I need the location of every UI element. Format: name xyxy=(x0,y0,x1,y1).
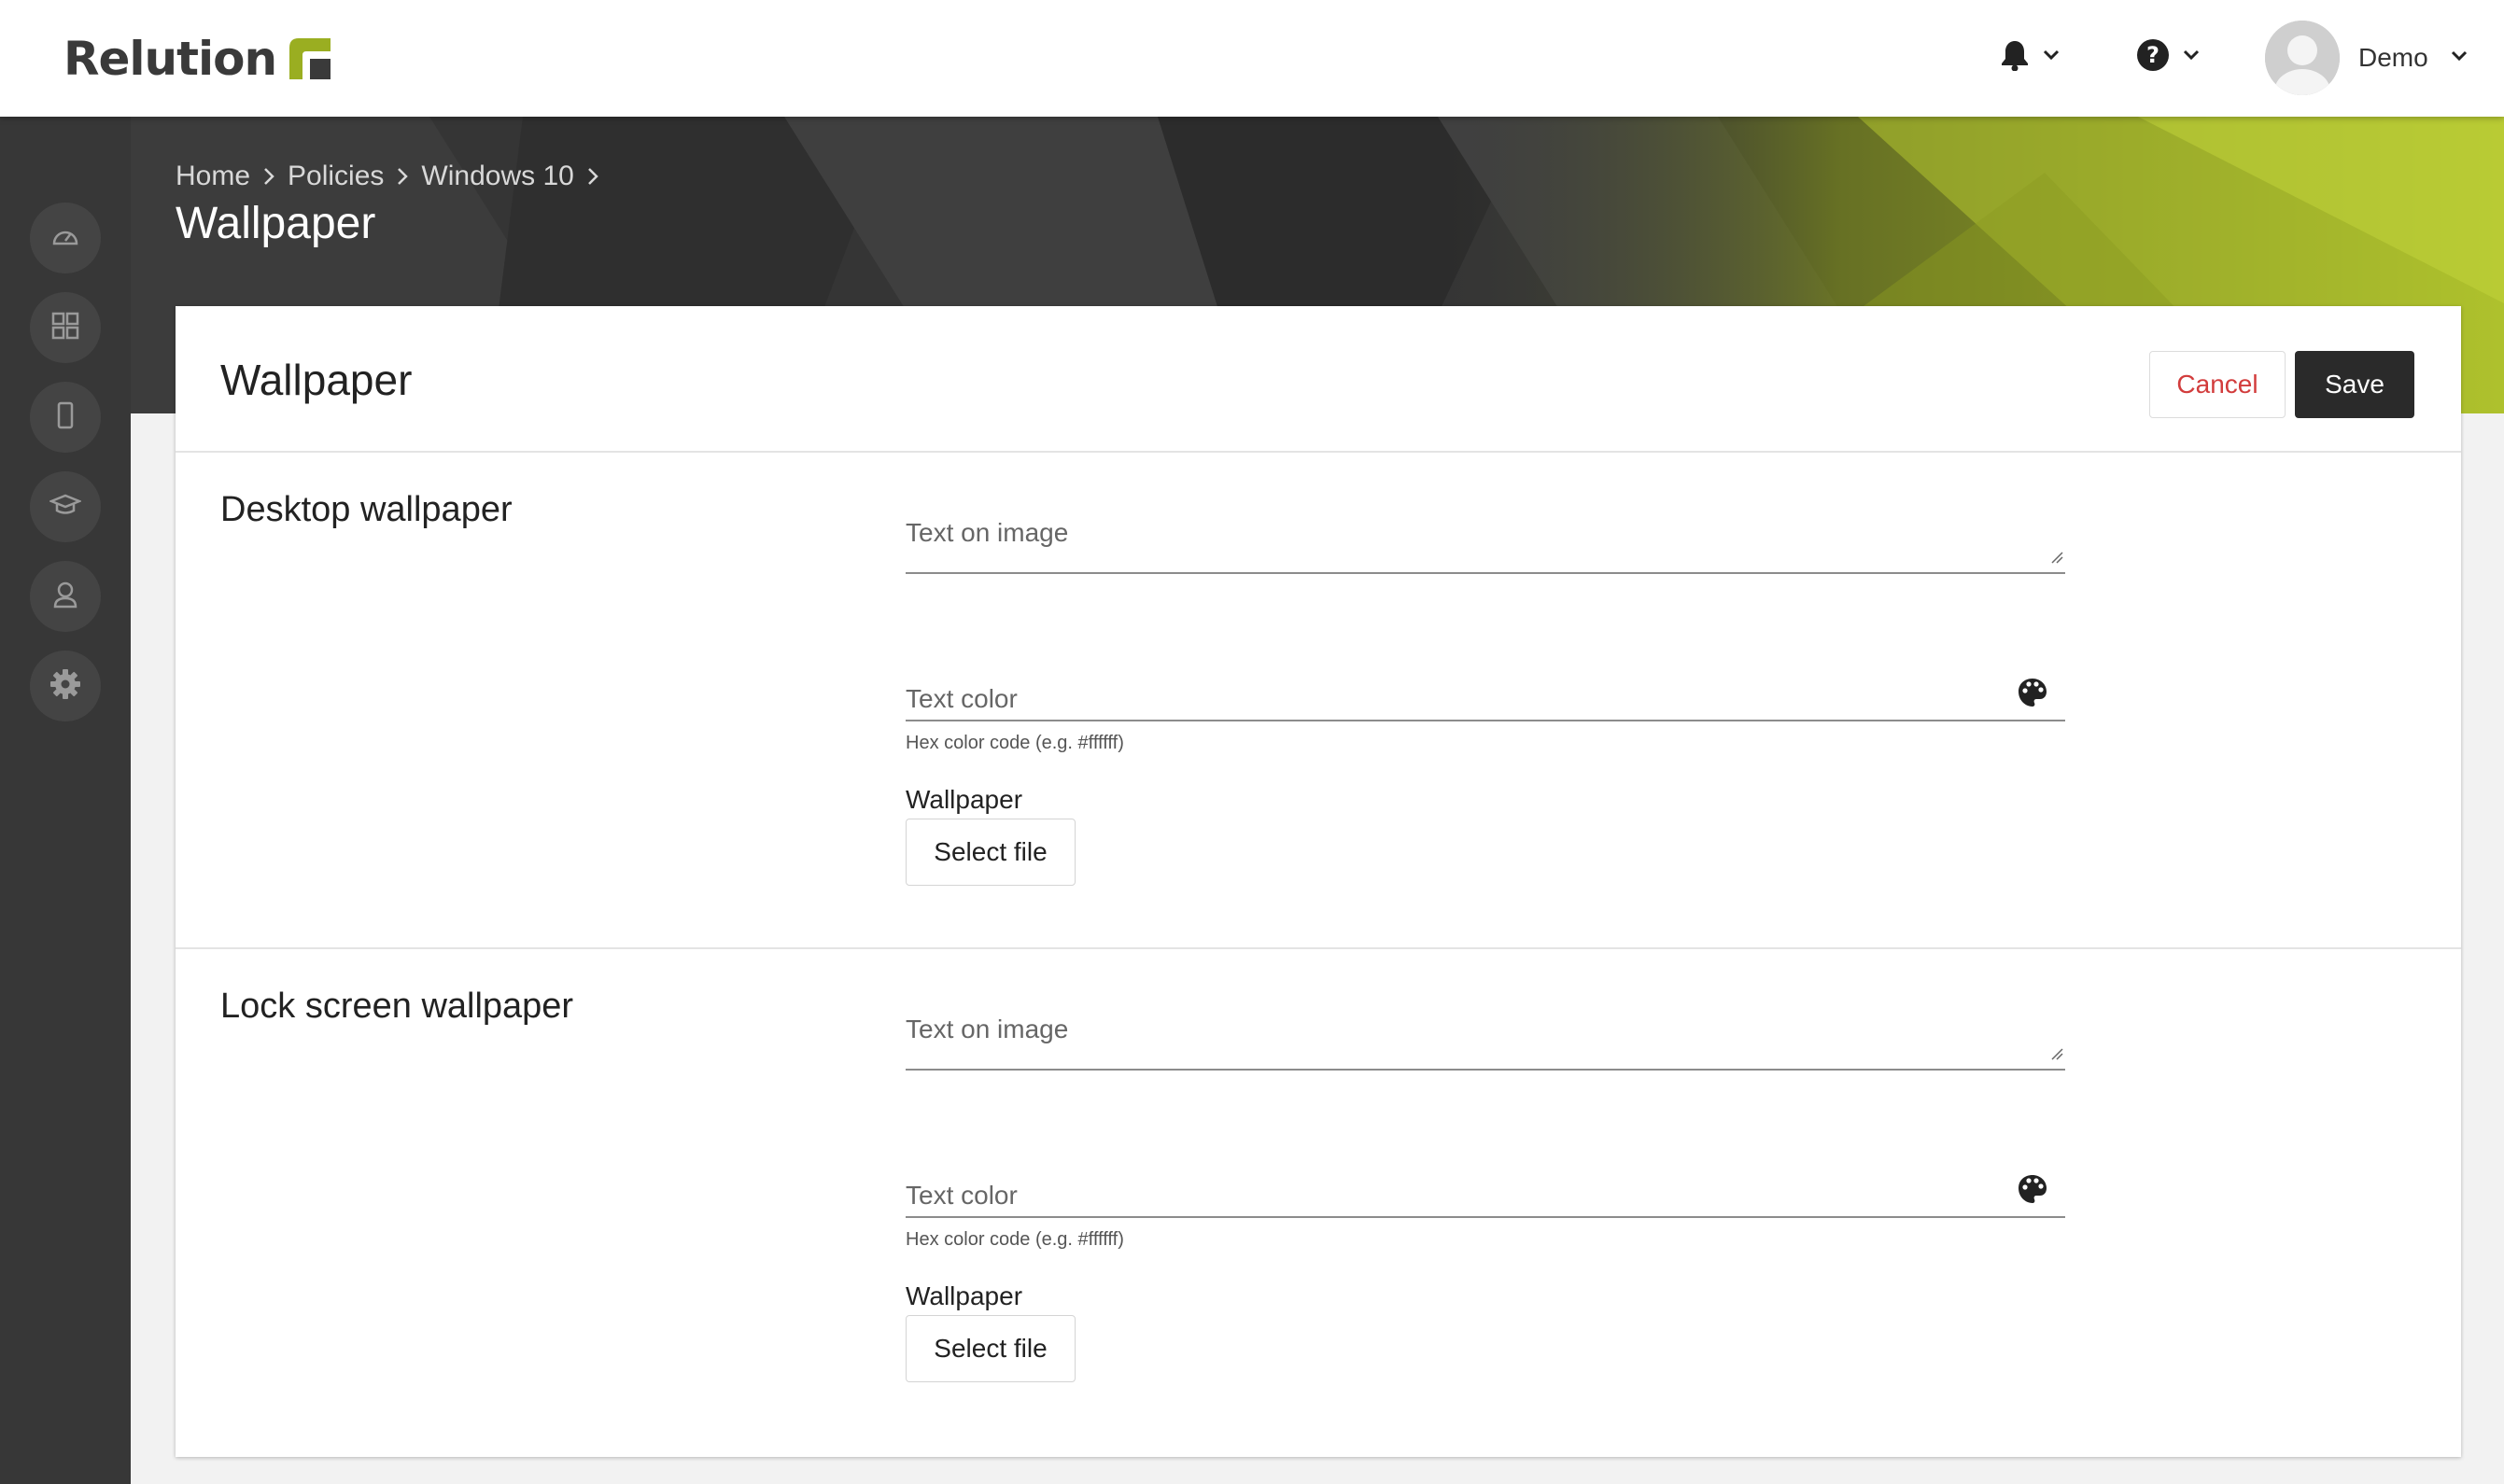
chevron-down-icon xyxy=(2451,49,2468,66)
breadcrumb-windows-10[interactable]: Windows 10 xyxy=(421,161,573,192)
svg-text:?: ? xyxy=(2146,42,2159,68)
wallpaper-label: Wallpaper xyxy=(906,785,1023,814)
text-color-label: Text color xyxy=(906,684,1018,713)
wallpaper-label: Wallpaper xyxy=(906,1281,1023,1310)
breadcrumb: Home Policies Windows 10 xyxy=(176,161,612,192)
breadcrumb-policies[interactable]: Policies xyxy=(288,161,384,192)
sidebar-item-users[interactable] xyxy=(30,561,101,632)
chevron-right-icon xyxy=(263,167,274,186)
palette-icon[interactable] xyxy=(2017,1173,2048,1210)
select-file-button[interactable]: Select file xyxy=(906,819,1076,886)
dashboard-icon xyxy=(51,225,79,252)
top-header: Relution ? Demo xyxy=(0,0,2504,117)
resize-handle-icon[interactable] xyxy=(2050,551,2063,568)
section-title: Desktop wallpaper xyxy=(220,490,513,529)
select-file-button[interactable]: Select file xyxy=(906,1315,1076,1382)
lock-screen-wallpaper-section: Lock screen wallpaper Text on image Text… xyxy=(176,949,2461,1453)
sidebar-item-devices[interactable] xyxy=(30,382,101,453)
logo-text: Relution xyxy=(63,32,277,86)
user-menu[interactable]: Demo xyxy=(2265,21,2468,95)
notifications-menu[interactable] xyxy=(2000,34,2060,80)
palette-icon[interactable] xyxy=(2017,677,2048,713)
apps-grid-icon xyxy=(51,312,79,344)
sidebar-item-apps[interactable] xyxy=(30,292,101,363)
user-name: Demo xyxy=(2358,43,2428,72)
text-on-image-label: Text on image xyxy=(906,1015,1069,1043)
text-on-image-textarea[interactable]: Text on image xyxy=(906,1003,2065,1071)
save-button[interactable]: Save xyxy=(2295,351,2414,418)
chevron-right-icon xyxy=(587,167,598,186)
education-icon xyxy=(48,493,83,522)
text-on-image-textarea[interactable]: Text on image xyxy=(906,507,2065,574)
help-icon: ? xyxy=(2136,38,2170,77)
resize-handle-icon[interactable] xyxy=(2050,1047,2063,1065)
hex-hint: Hex color code (e.g. #ffffff) xyxy=(906,733,1124,753)
help-menu[interactable]: ? xyxy=(2136,34,2200,80)
page-title: Wallpaper xyxy=(176,199,376,248)
text-color-label: Text color xyxy=(906,1181,1018,1210)
breadcrumb-home[interactable]: Home xyxy=(176,161,250,192)
device-icon xyxy=(56,401,75,434)
text-on-image-label: Text on image xyxy=(906,518,1069,547)
chevron-down-icon xyxy=(2183,49,2200,65)
cancel-button[interactable]: Cancel xyxy=(2149,351,2286,418)
relution-logo[interactable]: Relution xyxy=(63,28,331,90)
chevron-right-icon xyxy=(397,167,409,186)
wallpaper-card: Wallpaper Cancel Save Desktop wallpaper … xyxy=(176,306,2461,1457)
text-color-field[interactable]: Text color xyxy=(906,673,2065,721)
hex-hint: Hex color code (e.g. #ffffff) xyxy=(906,1229,1124,1250)
text-color-field[interactable]: Text color xyxy=(906,1169,2065,1218)
logo-mark-icon xyxy=(289,38,331,79)
sidebar xyxy=(0,117,131,1484)
section-title: Lock screen wallpaper xyxy=(220,987,574,1026)
bell-icon xyxy=(2000,39,2030,76)
avatar xyxy=(2265,21,2340,95)
user-icon xyxy=(53,581,77,613)
chevron-down-icon xyxy=(2043,49,2060,65)
settings-gear-icon xyxy=(49,668,81,705)
desktop-wallpaper-section: Desktop wallpaper Text on image Text col… xyxy=(176,453,2461,949)
sidebar-item-settings[interactable] xyxy=(30,651,101,721)
sidebar-item-dashboard[interactable] xyxy=(30,203,101,273)
card-title: Wallpaper xyxy=(220,356,413,404)
card-header: Wallpaper Cancel Save xyxy=(176,306,2461,453)
sidebar-item-education[interactable] xyxy=(30,471,101,542)
